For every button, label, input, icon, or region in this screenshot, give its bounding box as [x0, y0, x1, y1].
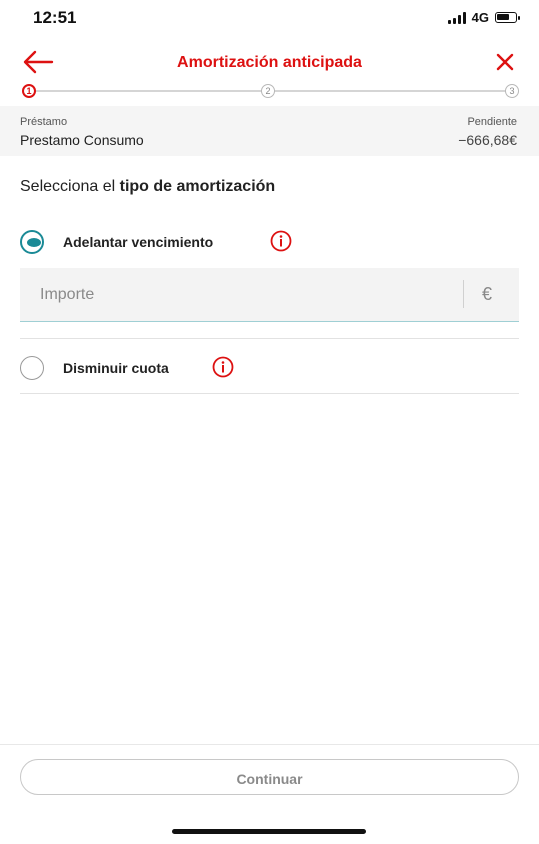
amount-input[interactable] — [20, 268, 482, 322]
loan-type-label: Préstamo — [20, 116, 68, 128]
step-1: 1 — [22, 84, 36, 98]
footer-divider — [0, 744, 539, 745]
divider — [20, 338, 519, 339]
radio-disminuir-cuota[interactable] — [20, 356, 44, 380]
step-2: 2 — [261, 84, 275, 98]
page-title: Amortización anticipada — [177, 54, 362, 71]
pending-label: Pendiente — [467, 116, 517, 128]
continue-button[interactable]: Continuar — [20, 759, 519, 795]
section-title-bold: tipo de amortización — [119, 178, 276, 195]
signal-icon — [447, 11, 466, 24]
section-title: Selecciona el tipo de amortización — [20, 178, 275, 196]
loan-summary — [0, 106, 539, 156]
euro-icon: € — [482, 284, 493, 304]
close-icon[interactable] — [491, 48, 519, 76]
info-icon[interactable] — [212, 356, 234, 378]
status-time: 12:51 — [33, 8, 77, 27]
home-indicator[interactable] — [172, 829, 366, 834]
amount-divider — [463, 280, 464, 308]
option-label-adelantar[interactable]: Adelantar vencimiento — [63, 234, 213, 250]
battery-icon — [495, 12, 520, 23]
amount-field[interactable]: € — [20, 268, 519, 322]
loan-name: Prestamo Consumo — [20, 132, 144, 148]
radio-adelantar-vencimiento[interactable] — [20, 230, 44, 254]
section-title-prefix: Selecciona el — [20, 178, 120, 195]
step-3: 3 — [505, 84, 519, 98]
progress-stepper: 1 2 3 — [22, 82, 519, 100]
status-indicators: 4G — [447, 10, 520, 25]
info-icon[interactable] — [270, 230, 292, 252]
divider — [20, 393, 519, 394]
network-type: 4G — [471, 10, 489, 25]
option-label-disminuir[interactable]: Disminuir cuota — [63, 360, 169, 376]
pending-amount: −666,68€ — [458, 132, 517, 148]
